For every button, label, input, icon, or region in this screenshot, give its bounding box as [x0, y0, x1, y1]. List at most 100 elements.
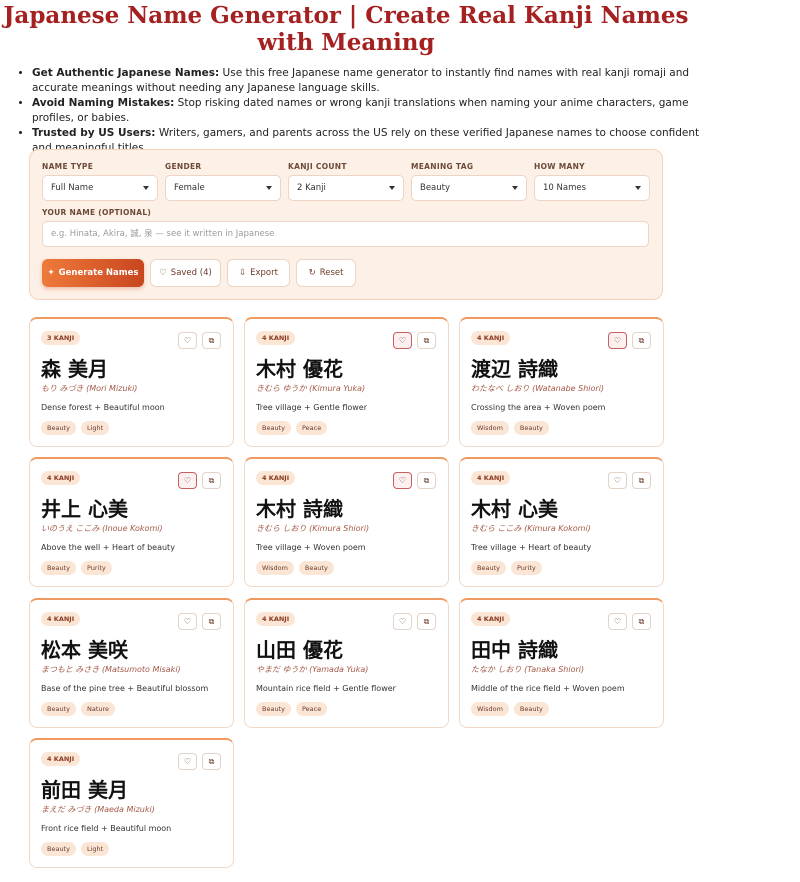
how-many-select[interactable]: 10 Names — [534, 175, 650, 201]
name-type-label: NAME TYPE — [42, 162, 94, 171]
name-meaning: Tree village + Woven poem — [256, 543, 366, 552]
favorite-button[interactable]: ♡ — [178, 472, 197, 489]
gender-label: GENDER — [165, 162, 202, 171]
kanji-count-badge: 4 KANJI — [471, 612, 511, 626]
generator-panel: NAME TYPE Full Name GENDER Female KANJI … — [29, 149, 663, 300]
tag-list: Beauty Purity — [41, 561, 112, 575]
favorite-button[interactable]: ♡ — [608, 613, 627, 630]
kanji-count-badge: 4 KANJI — [471, 471, 511, 485]
heart-icon: ♡ — [398, 476, 407, 485]
page-title: Japanese Name Generator | Create Real Ka… — [3, 2, 689, 56]
name-card: 4 KANJI ♡ ⧉ 田中 詩織 たなか しおり (Tanaka Shiori) Mid… — [459, 598, 664, 728]
meaning-tag: Beauty — [298, 561, 334, 575]
name-card: 3 KANJI ♡ ⧉ 森 美月 もり みづき (Mori Mizuki) Dense f… — [29, 317, 234, 447]
tag-list: Wisdom Beauty — [471, 702, 549, 716]
meaning-tag-select[interactable]: Beauty — [411, 175, 527, 201]
copy-icon: ⧉ — [638, 617, 645, 626]
saved-button[interactable]: ♡ Saved (4) — [150, 259, 221, 287]
name-reading: きむら ゆうか (Kimura Yuka) — [256, 384, 366, 393]
kanji-name: 山田 優花 — [256, 638, 343, 662]
kanji-name: 松本 美咲 — [41, 638, 128, 662]
copy-button[interactable]: ⧉ — [202, 753, 221, 770]
feature-heading: Get Authentic Japanese Names: — [32, 67, 220, 79]
name-meaning: Tree village + Heart of beauty — [471, 543, 592, 552]
name-meaning: Base of the pine tree + Beautiful blosso… — [41, 684, 209, 693]
copy-button[interactable]: ⧉ — [417, 472, 436, 489]
favorite-button[interactable]: ♡ — [178, 753, 197, 770]
copy-icon: ⧉ — [208, 476, 215, 485]
meaning-tag: Peace — [295, 421, 328, 435]
reset-button[interactable]: ↻ Reset — [296, 259, 356, 287]
copy-button[interactable]: ⧉ — [202, 472, 221, 489]
copy-button[interactable]: ⧉ — [417, 332, 436, 349]
meaning-tag: Beauty — [41, 842, 76, 856]
kanji-count-badge: 4 KANJI — [256, 612, 296, 626]
name-card: 4 KANJI ♡ ⧉ 井上 心美 いのうえ ここみ (Inoue Kokomi) Abo… — [29, 457, 234, 587]
meaning-tag: Beauty — [471, 561, 506, 575]
sparkle-icon: ✦ — [47, 268, 55, 278]
refresh-icon: ↻ — [308, 268, 316, 278]
gender-select[interactable]: Female — [165, 175, 281, 201]
favorite-button[interactable]: ♡ — [178, 332, 197, 349]
kanji-name: 井上 心美 — [41, 497, 128, 521]
favorite-button[interactable]: ♡ — [178, 613, 197, 630]
copy-button[interactable]: ⧉ — [632, 613, 651, 630]
favorite-button[interactable]: ♡ — [393, 613, 412, 630]
kanji-count-badge: 4 KANJI — [41, 612, 81, 626]
copy-button[interactable]: ⧉ — [202, 332, 221, 349]
kanji-count-badge: 4 KANJI — [256, 471, 296, 485]
favorite-button[interactable]: ♡ — [393, 472, 412, 489]
saved-label: Saved (4) — [170, 268, 212, 278]
gender-value: Female — [174, 183, 205, 193]
meaning-tag: Beauty — [41, 702, 76, 716]
name-meaning: Tree village + Gentle flower — [256, 403, 368, 412]
kanji-name: 木村 詩織 — [256, 497, 343, 521]
meaning-tag: Peace — [295, 702, 328, 716]
your-name-input[interactable] — [42, 221, 649, 247]
meaning-tag: Nature — [80, 702, 116, 716]
favorite-button[interactable]: ♡ — [608, 472, 627, 489]
meaning-tag: Beauty — [256, 702, 291, 716]
meaning-tag: Beauty — [256, 421, 291, 435]
copy-icon: ⧉ — [423, 336, 430, 345]
export-button[interactable]: ⇩ Export — [227, 259, 290, 287]
kanji-count-select[interactable]: 2 Kanji — [288, 175, 404, 201]
name-card: 4 KANJI ♡ ⧉ 木村 心美きむら ここみ (Kimura Kokomi) Tre… — [459, 457, 664, 587]
name-type-field: NAME TYPE Full Name — [42, 162, 158, 201]
name-reading: きむら ここみ (Kimura Kokomi) — [471, 524, 591, 533]
tag-list: Wisdom Beauty — [256, 561, 334, 575]
favorite-button[interactable]: ♡ — [608, 332, 627, 349]
name-reading: やまだ ゆうか (Yamada Yuka) — [256, 665, 369, 674]
name-meaning: Middle of the rice field + Woven poem — [471, 684, 625, 693]
name-card: 4 KANJI ♡ ⧉ 山田 優花やまだ ゆうか (Yamada Yuka) Mount… — [244, 598, 449, 728]
meaning-tag-label: MEANING TAG — [411, 162, 474, 171]
copy-button[interactable]: ⧉ — [632, 472, 651, 489]
feature-list: Get Authentic Japanese Names: Use this f… — [14, 66, 712, 156]
meaning-tag: Purity — [80, 561, 112, 575]
kanji-name: 田中 詩織 — [471, 638, 558, 662]
name-card: 4 KANJI ♡ ⧉ 前田 美月 まえだ みづき (Maeda Mizuki) Fron… — [29, 738, 234, 868]
meaning-tag: Beauty — [41, 561, 76, 575]
name-type-select[interactable]: Full Name — [42, 175, 158, 201]
chevron-down-icon — [512, 186, 518, 190]
name-card: 4 KANJI ♡ ⧉ 松本 美咲 まつもと みさき (Matsumoto Misaki… — [29, 598, 234, 728]
meaning-tag: Light — [80, 842, 110, 856]
copy-button[interactable]: ⧉ — [202, 613, 221, 630]
meaning-tag: Wisdom — [471, 702, 509, 716]
kanji-name: 木村 心美 — [471, 497, 558, 521]
copy-button[interactable]: ⧉ — [632, 332, 651, 349]
heart-icon: ♡ — [183, 617, 192, 626]
meaning-tag: Beauty — [41, 421, 76, 435]
favorite-button[interactable]: ♡ — [393, 332, 412, 349]
name-meaning: Mountain rice field + Gentle flower — [256, 684, 396, 693]
tag-list: Beauty Purity — [471, 561, 542, 575]
heart-icon: ♡ — [159, 268, 167, 278]
feature-heading: Avoid Naming Mistakes: — [32, 97, 175, 109]
copy-button[interactable]: ⧉ — [417, 613, 436, 630]
generate-names-button[interactable]: ✦ Generate Names — [42, 259, 144, 287]
generate-label: Generate Names — [58, 268, 139, 278]
export-label: Export — [250, 268, 278, 278]
copy-icon: ⧉ — [638, 476, 645, 485]
kanji-name: 前田 美月 — [41, 778, 128, 802]
heart-icon: ♡ — [613, 476, 622, 485]
